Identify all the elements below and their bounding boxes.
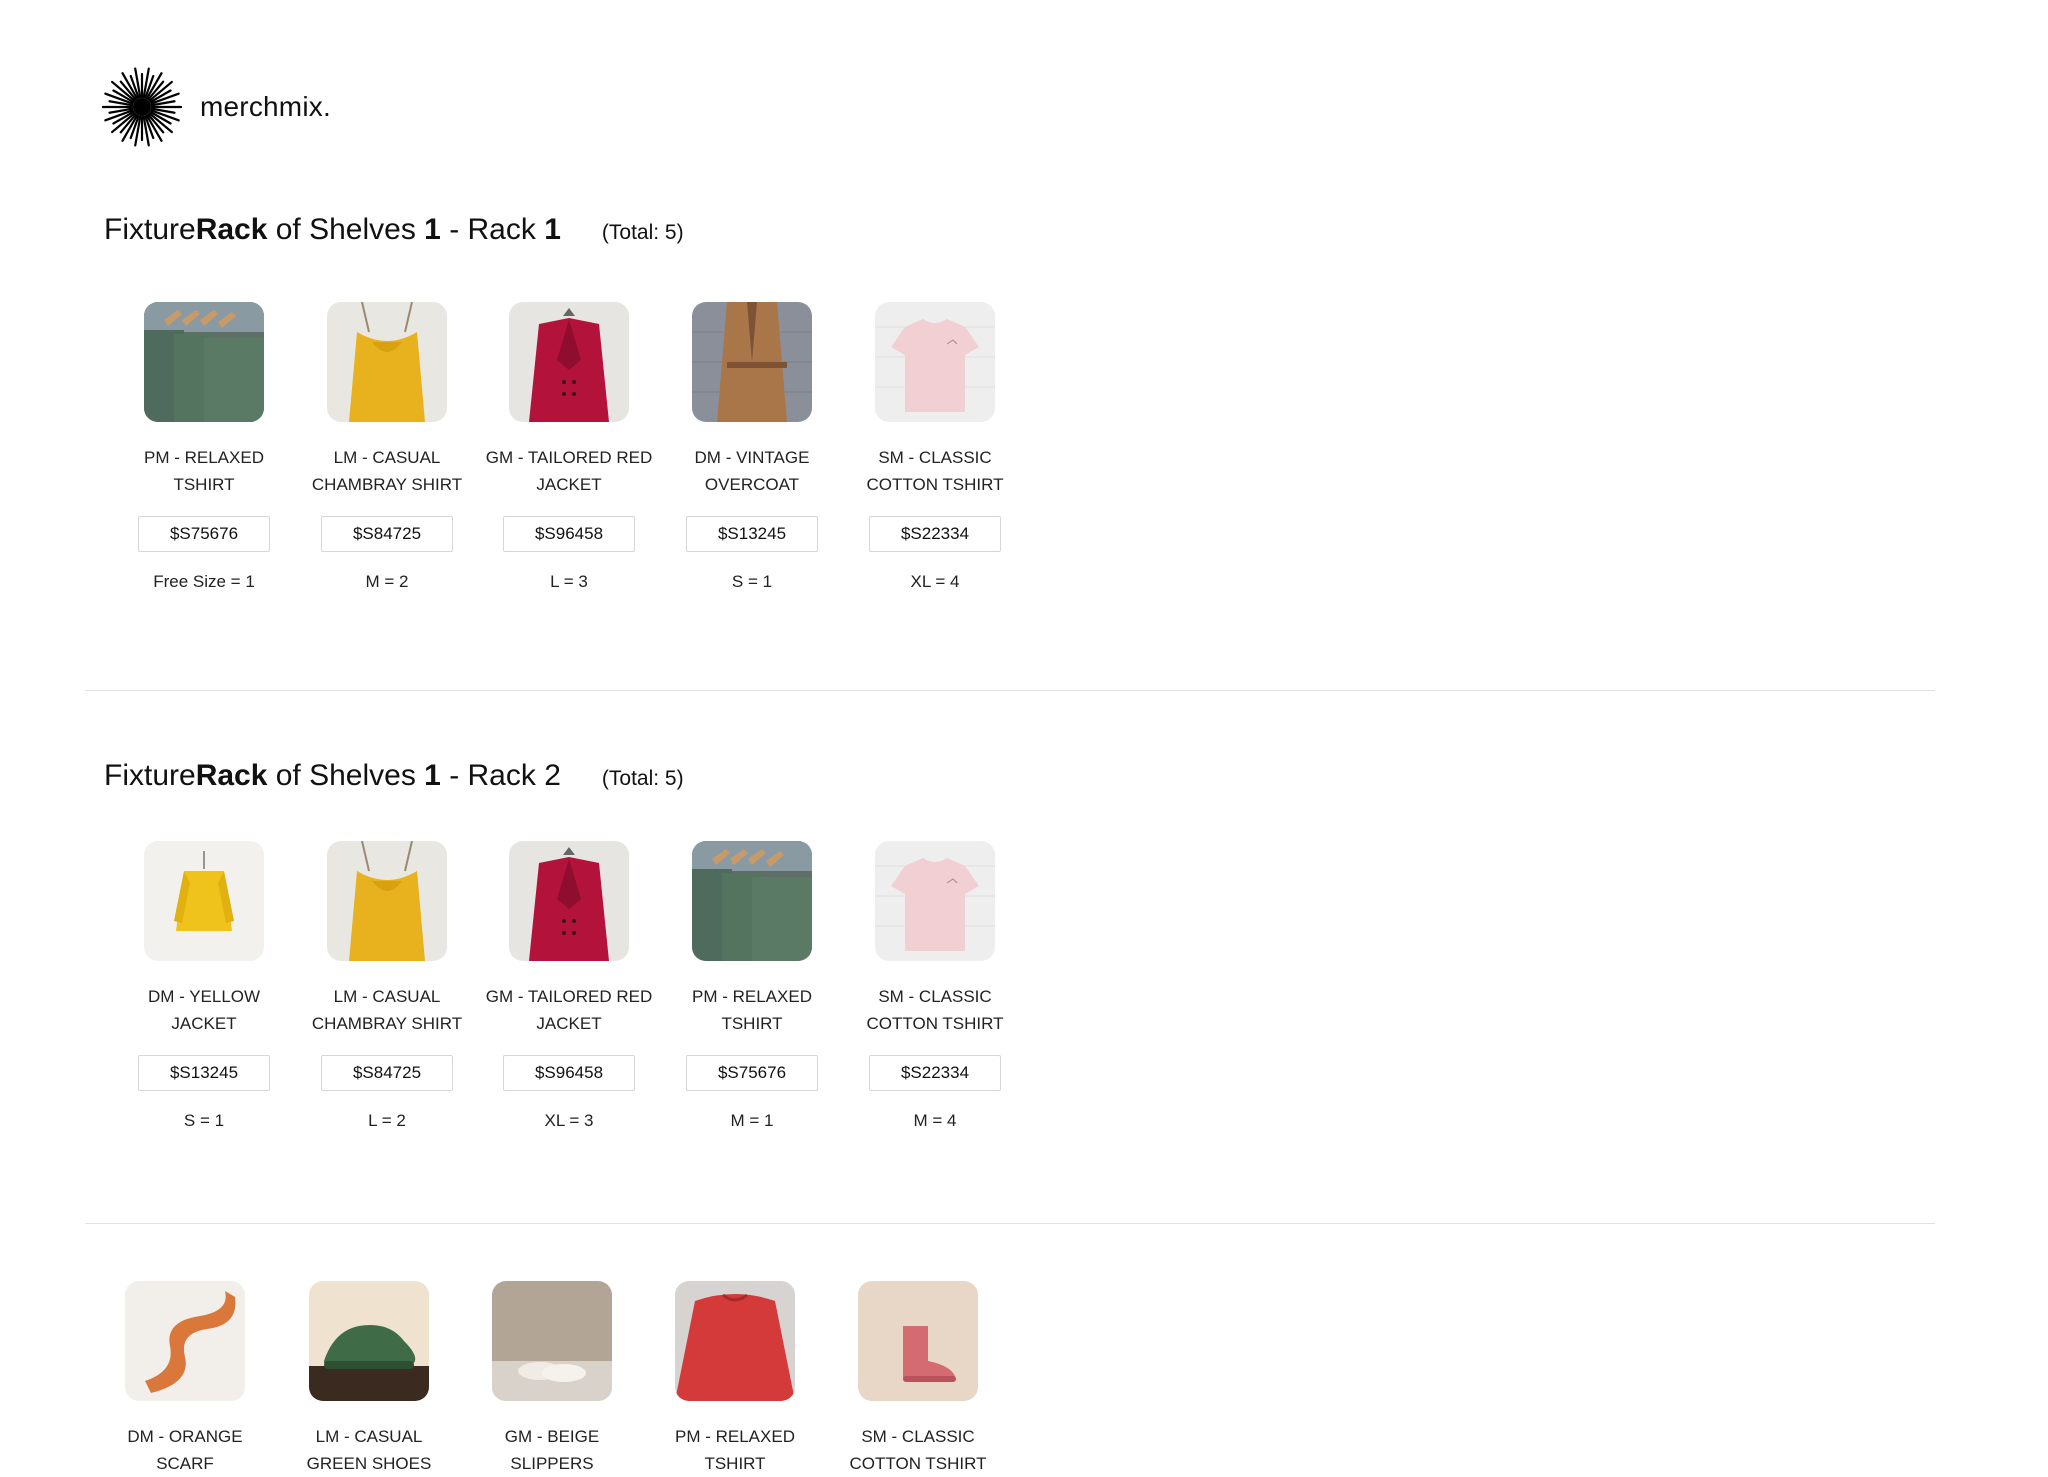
product-card[interactable]: DM - ORANGE SCARF [110,1281,260,1477]
product-card[interactable]: SM - CLASSIC COTTON TSHIRT [843,1281,993,1477]
section-divider [85,690,1935,691]
pink-tshirt-image[interactable] [875,841,995,961]
product-name: GM - TAILORED RED JACKET [485,987,653,1033]
section-title: Fixture Rack of Shelves 1 - Rack 2 (Tota… [104,759,684,792]
section-title: Fixture Rack of Shelves 1 - Rack 1 (Tota… [104,213,684,246]
product-card[interactable]: SM - CLASSIC COTTON TSHIRT $S22334 XL = 4 [860,302,1010,592]
product-card[interactable]: LM - CASUAL CHAMBRAY SHIRT $S84725 L = 2 [312,841,462,1131]
brown-overcoat-image[interactable] [692,302,812,422]
sku-field[interactable]: $S13245 [138,1055,270,1091]
pink-tshirt-image[interactable] [875,302,995,422]
red-tshirt-image[interactable] [675,1281,795,1401]
green-tshirts-image[interactable] [692,841,812,961]
product-name: PM - RELAXED TSHIRT [144,448,264,494]
sku-field[interactable]: $S84725 [321,1055,453,1091]
product-name: LM - CASUAL GREEN SHOES [306,1427,432,1473]
product-card[interactable]: GM - TAILORED RED JACKET $S96458 L = 3 [486,302,652,592]
size-quantity: L = 2 [368,1111,406,1130]
yellow-top-image[interactable] [327,302,447,422]
section-divider [85,1223,1935,1224]
size-quantity: XL = 3 [544,1111,594,1130]
sku-field[interactable]: $S96458 [503,516,635,552]
sku-field[interactable]: $S75676 [686,1055,818,1091]
product-card[interactable]: PM - RELAXED TSHIRT $S75676 M = 1 [677,841,827,1131]
product-name: SM - CLASSIC COTTON TSHIRT [866,448,1004,494]
total-count: (Total: 5) [601,767,684,790]
product-card[interactable]: DM - VINTAGE OVERCOAT $S13245 S = 1 [677,302,827,592]
sku-field[interactable]: $S13245 [686,516,818,552]
product-card[interactable]: PM - RELAXED TSHIRT $S75676 Free Size = 1 [129,302,279,592]
product-name: PM - RELAXED TSHIRT [675,1427,795,1473]
product-card[interactable]: PM - RELAXED TSHIRT [660,1281,810,1477]
beige-slippers-image[interactable] [492,1281,612,1401]
product-name: PM - RELAXED TSHIRT [692,987,812,1033]
size-quantity: Free Size = 1 [153,572,255,591]
sku-field[interactable]: $S22334 [869,1055,1001,1091]
red-jacket-image[interactable] [509,302,629,422]
product-name: SM - CLASSIC COTTON TSHIRT [866,987,1004,1033]
product-card[interactable]: GM - TAILORED RED JACKET $S96458 XL = 3 [486,841,652,1131]
size-quantity: S = 1 [183,1111,225,1130]
product-name: DM - YELLOW JACKET [147,987,261,1033]
starburst-logo-icon [102,67,182,147]
green-tshirts-image[interactable] [144,302,264,422]
yellow-top-image[interactable] [327,841,447,961]
product-card[interactable]: LM - CASUAL GREEN SHOES [294,1281,444,1477]
product-name: GM - BEIGE SLIPPERS [504,1427,600,1473]
orange-scarf-image[interactable] [125,1281,245,1401]
size-quantity: XL = 4 [910,572,960,591]
size-quantity: M = 4 [913,1111,957,1130]
product-name: DM - ORANGE SCARF [127,1427,243,1473]
size-quantity: S = 1 [731,572,773,591]
product-name: LM - CASUAL CHAMBRAY SHIRT [311,448,463,494]
red-jacket-image[interactable] [509,841,629,961]
yellow-jacket-image[interactable] [144,841,264,961]
brand-logo[interactable]: merchmix. [102,67,331,147]
size-quantity: M = 1 [730,1111,774,1130]
sku-field[interactable]: $S84725 [321,516,453,552]
pink-boot-image[interactable] [858,1281,978,1401]
product-name: LM - CASUAL CHAMBRAY SHIRT [311,987,463,1033]
product-name: SM - CLASSIC COTTON TSHIRT [849,1427,987,1473]
size-quantity: L = 3 [550,572,588,591]
product-card[interactable]: DM - YELLOW JACKET $S13245 S = 1 [129,841,279,1131]
total-count: (Total: 5) [601,221,684,244]
sku-field[interactable]: $S22334 [869,516,1001,552]
product-card[interactable]: GM - BEIGE SLIPPERS [477,1281,627,1477]
sku-field[interactable]: $S75676 [138,516,270,552]
product-card[interactable]: LM - CASUAL CHAMBRAY SHIRT $S84725 M = 2 [312,302,462,592]
size-quantity: M = 2 [365,572,409,591]
product-name: DM - VINTAGE OVERCOAT [694,448,810,494]
sku-field[interactable]: $S96458 [503,1055,635,1091]
brand-name: merchmix. [200,91,331,122]
green-shoes-image[interactable] [309,1281,429,1401]
product-name: GM - TAILORED RED JACKET [485,448,653,494]
product-card[interactable]: SM - CLASSIC COTTON TSHIRT $S22334 M = 4 [860,841,1010,1131]
